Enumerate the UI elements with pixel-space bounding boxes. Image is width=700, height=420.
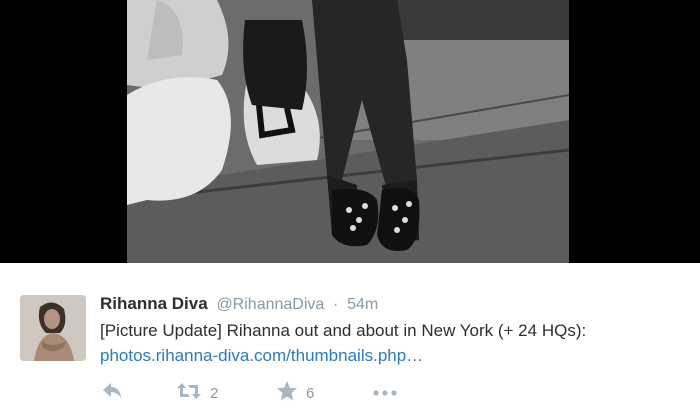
timestamp[interactable]: 54m: [347, 296, 378, 313]
reply-button[interactable]: [100, 381, 124, 405]
tweet-text: [Picture Update] Rihanna out and about i…: [100, 321, 587, 340]
retweet-count: 2: [210, 384, 219, 402]
username[interactable]: @RihannaDiva: [216, 296, 324, 313]
retweet-icon: [176, 381, 202, 406]
favorite-button[interactable]: 6: [276, 380, 315, 407]
tweet-photo[interactable]: [127, 0, 569, 263]
fullname[interactable]: Rihanna Diva: [100, 294, 208, 313]
tweet-card: Rihanna Diva @RihannaDiva · 54m [Picture…: [0, 263, 700, 420]
retweet-button[interactable]: 2: [176, 381, 218, 405]
reply-icon: [100, 381, 124, 406]
more-icon: [372, 384, 398, 402]
more-button[interactable]: [372, 381, 398, 405]
separator-dot: ·: [333, 296, 339, 313]
avatar-image: [20, 295, 86, 361]
street-photo-image: [127, 0, 569, 263]
media-backdrop: [0, 0, 700, 263]
tweet-header: Rihanna Diva @RihannaDiva · 54m: [100, 293, 378, 316]
tweet-actions: 2 6: [100, 380, 420, 407]
avatar[interactable]: [20, 295, 86, 361]
favorite-count: 6: [306, 384, 315, 402]
star-icon: [276, 380, 298, 407]
tweet-link[interactable]: photos.rihanna-diva.com/thumbnails.php…: [100, 343, 423, 368]
